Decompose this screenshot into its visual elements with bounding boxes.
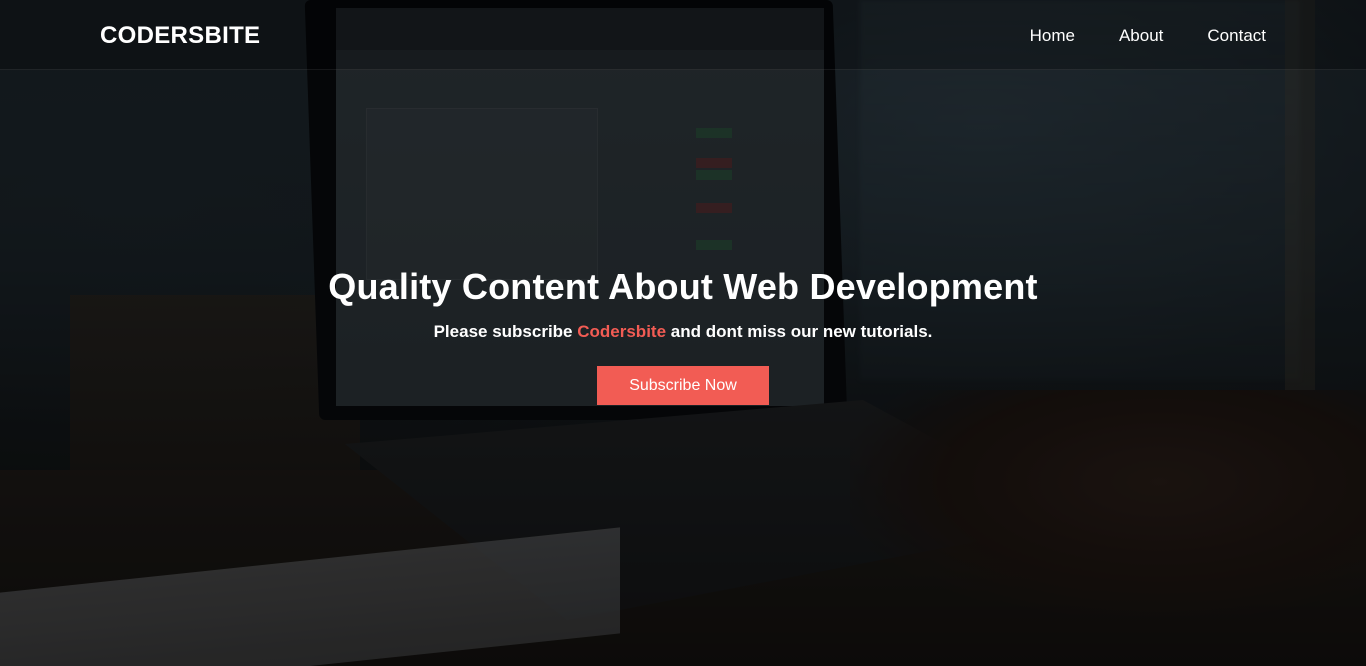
nav-link-home[interactable]: Home [1030, 26, 1075, 46]
hero-subline: Please subscribe Codersbite and dont mis… [0, 322, 1366, 342]
subline-prefix: Please subscribe [433, 322, 578, 341]
hero-headline: Quality Content About Web Development [328, 266, 1038, 307]
nav-links: Home About Contact [1030, 26, 1266, 46]
subline-suffix: and dont miss our new tutorials. [666, 322, 933, 341]
navbar: CODERSBITE Home About Contact [0, 0, 1366, 70]
nav-link-contact[interactable]: Contact [1207, 26, 1266, 46]
subscribe-button[interactable]: Subscribe Now [597, 366, 769, 405]
brand-logo[interactable]: CODERSBITE [100, 22, 260, 50]
subline-brand: Codersbite [577, 322, 667, 341]
nav-link-about[interactable]: About [1119, 26, 1163, 46]
hero-content: Quality Content About Web Development Pl… [0, 266, 1366, 405]
hero-section: CODERSBITE Home About Contact Quality Co… [0, 0, 1366, 666]
